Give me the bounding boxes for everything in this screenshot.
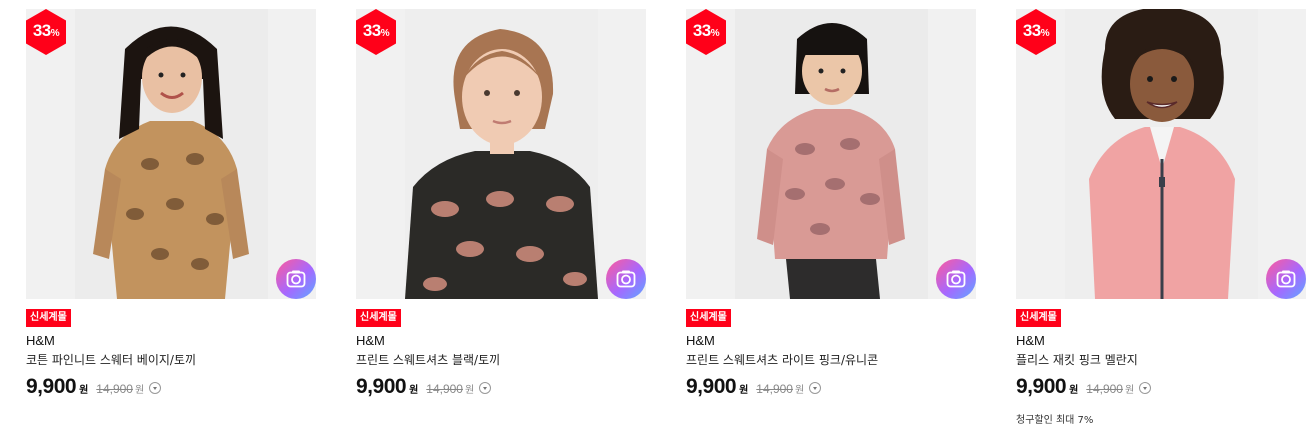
product-photo[interactable] [75,9,268,299]
currency-unit: 원 [79,385,89,396]
product-grid: 33% 신세계몰 H&M 코튼 파인니트 스웨터 베이지/토끼 9,900 원 … [26,9,1311,429]
sale-price: 9,900 [1016,375,1067,398]
original-price: 14,900 [426,382,463,396]
currency-unit: 원 [409,385,419,396]
info-dropdown-icon[interactable] [479,382,492,394]
discount-unit: % [710,28,720,39]
product-brand[interactable]: H&M [1016,333,1045,348]
original-currency-unit: 원 [464,385,475,396]
store-tag[interactable]: 신세계몰 [686,309,731,327]
price-row: 9,900 원 14,900 원 [1016,375,1152,401]
camera-search-icon[interactable] [1266,259,1306,299]
product-name[interactable]: 프린트 스웨트셔츠 블랙/토끼 [356,351,500,368]
currency-unit: 원 [1069,385,1079,396]
product-photo[interactable] [1065,9,1258,299]
product-card[interactable]: 33% 신세계몰 H&M 코튼 파인니트 스웨터 베이지/토끼 9,900 원 … [26,9,316,429]
camera-search-icon[interactable] [276,259,316,299]
discount-value: 33 [692,21,711,40]
info-dropdown-icon[interactable] [149,382,162,394]
original-currency-unit: 원 [1124,385,1135,396]
store-tag[interactable]: 신세계몰 [26,309,71,327]
info-dropdown-icon[interactable] [809,382,822,394]
discount-value: 33 [32,21,51,40]
discount-unit: % [1040,28,1050,39]
original-price: 14,900 [1086,382,1123,396]
product-image-area[interactable]: 33% [1016,9,1306,299]
product-brand[interactable]: H&M [356,333,385,348]
sale-price: 9,900 [356,375,407,398]
product-brand[interactable]: H&M [686,333,715,348]
price-row: 9,900 원 14,900 원 [686,375,822,401]
discount-value: 33 [1022,21,1041,40]
product-card[interactable]: 33% 신세계몰 H&M 프린트 스웨트셔츠 라이트 핑크/유니콘 9,900 … [686,9,976,429]
discount-badge: 33% [26,9,66,55]
currency-unit: 원 [739,385,749,396]
product-card[interactable]: 33% 신세계몰 H&M 플리스 재킷 핑크 멜란지 9,900 원 14,90… [1016,9,1306,429]
product-image-area[interactable]: 33% [356,9,646,299]
card-discount-note: 청구할인 최대 7% [1016,415,1094,426]
product-photo[interactable] [405,9,598,299]
product-name[interactable]: 코튼 파인니트 스웨터 베이지/토끼 [26,351,196,368]
original-price: 14,900 [756,382,793,396]
product-image-area[interactable]: 33% [26,9,316,299]
camera-search-icon[interactable] [936,259,976,299]
product-photo[interactable] [735,9,928,299]
store-tag[interactable]: 신세계몰 [1016,309,1061,327]
discount-unit: % [380,28,390,39]
sale-price: 9,900 [26,375,77,398]
store-tag[interactable]: 신세계몰 [356,309,401,327]
discount-badge: 33% [1016,9,1056,55]
product-name[interactable]: 플리스 재킷 핑크 멜란지 [1016,351,1138,368]
discount-unit: % [50,28,60,39]
price-row: 9,900 원 14,900 원 [356,375,492,401]
discount-badge: 33% [356,9,396,55]
info-dropdown-icon[interactable] [1139,382,1152,394]
product-image-area[interactable]: 33% [686,9,976,299]
discount-badge: 33% [686,9,726,55]
original-currency-unit: 원 [794,385,805,396]
original-currency-unit: 원 [134,385,145,396]
original-price: 14,900 [96,382,133,396]
product-brand[interactable]: H&M [26,333,55,348]
product-name[interactable]: 프린트 스웨트셔츠 라이트 핑크/유니콘 [686,351,878,368]
product-card[interactable]: 33% 신세계몰 H&M 프린트 스웨트셔츠 블랙/토끼 9,900 원 14,… [356,9,646,429]
price-row: 9,900 원 14,900 원 [26,375,162,401]
discount-value: 33 [362,21,381,40]
sale-price: 9,900 [686,375,737,398]
camera-search-icon[interactable] [606,259,646,299]
